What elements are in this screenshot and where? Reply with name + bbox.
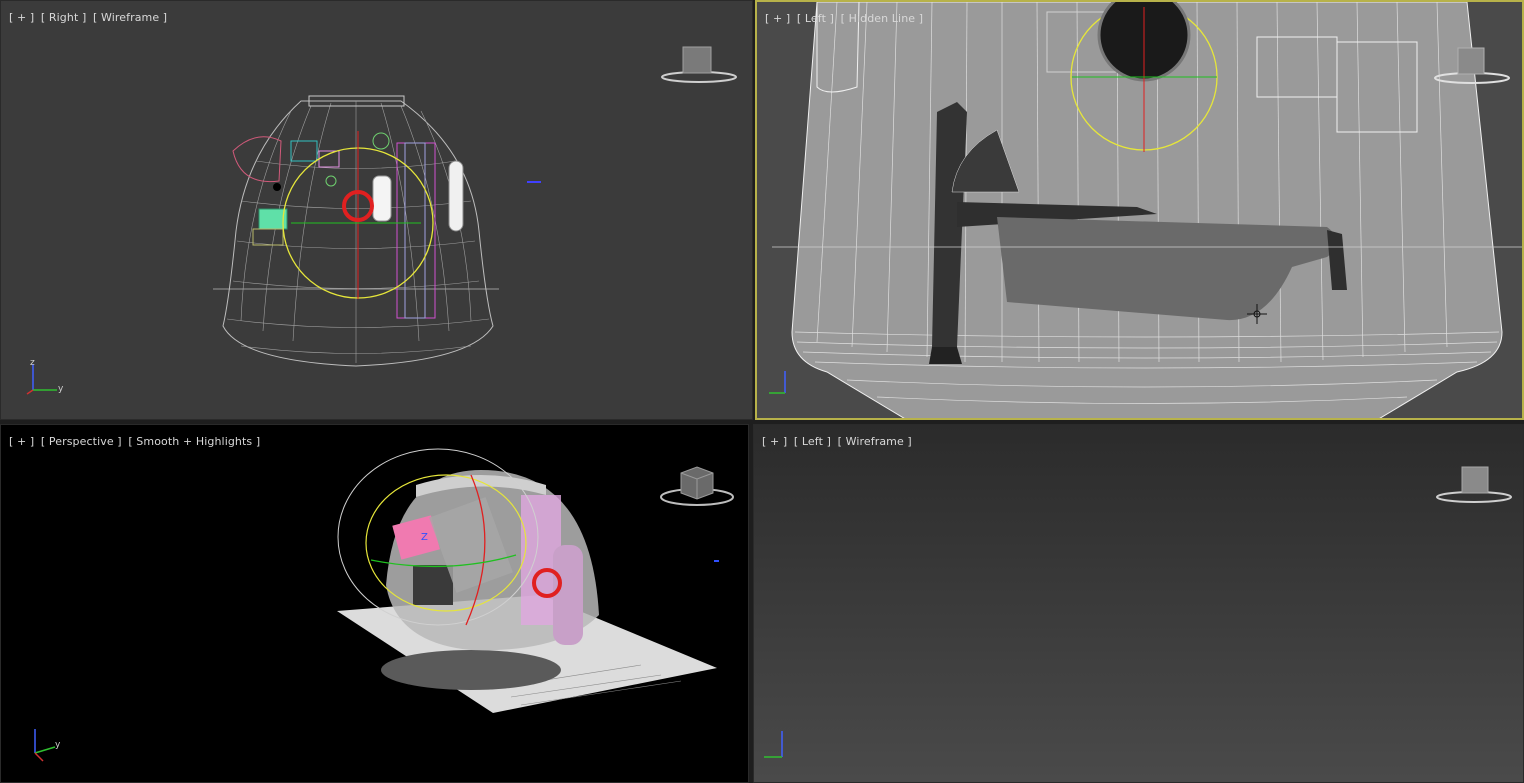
viewport-label[interactable]: [ + ] [ Perspective ] [ Smooth + Highlig… (9, 435, 263, 448)
viewport-shading-menu[interactable]: [ Hidden Line ] (841, 12, 924, 25)
wireframe-capsule-scene[interactable] (1, 1, 753, 420)
viewport-point-of-view-menu[interactable]: [ Right ] (41, 11, 86, 24)
viewport-shading-menu[interactable]: [ Wireframe ] (838, 435, 912, 448)
svg-text:z: z (30, 358, 35, 368)
viewport-menu-plus[interactable]: [ + ] (765, 12, 790, 25)
axis-tripod-icon: y (25, 725, 69, 769)
axis-tripod-icon (758, 725, 798, 765)
viewport-menu-plus[interactable]: [ + ] (9, 435, 34, 448)
perspective-capsule-scene[interactable]: Z (1, 425, 749, 783)
viewport-perspective-smooth-highlights[interactable]: [ + ] [ Perspective ] [ Smooth + Highlig… (0, 424, 749, 783)
hidden-line-closeup-scene[interactable] (757, 2, 1524, 420)
viewport-left-wireframe[interactable]: [ + ] [ Left ] [ Wireframe ] (753, 424, 1524, 783)
axis-tripod-icon: z y (25, 356, 69, 400)
viewport-point-of-view-menu[interactable]: [ Left ] (797, 12, 834, 25)
viewcube-icon[interactable] (657, 463, 737, 517)
svg-text:y: y (58, 384, 64, 394)
viewport-shading-menu[interactable]: [ Wireframe ] (93, 11, 167, 24)
svg-text:Z: Z (421, 532, 428, 543)
viewcube-icon[interactable] (659, 45, 739, 89)
viewport-label[interactable]: [ + ] [ Right ] [ Wireframe ] (9, 11, 170, 24)
viewcube-icon[interactable] (1432, 46, 1512, 90)
viewport-label[interactable]: [ + ] [ Left ] [ Hidden Line ] (765, 12, 926, 25)
viewport-left-hidden-line[interactable]: [ + ] [ Left ] [ Hidden Line ] (755, 0, 1524, 420)
transform-gizmo-icon[interactable] (1070, 2, 1218, 152)
viewport-right-wireframe[interactable]: [ + ] [ Right ] [ Wireframe ] z y (0, 0, 753, 420)
viewcube-icon[interactable] (1434, 463, 1514, 509)
viewport-point-of-view-menu[interactable]: [ Left ] (794, 435, 831, 448)
axis-tripod-icon (761, 367, 801, 401)
viewport-point-of-view-menu[interactable]: [ Perspective ] (41, 435, 122, 448)
svg-text:y: y (55, 740, 61, 750)
viewport-menu-plus[interactable]: [ + ] (762, 435, 787, 448)
viewport-menu-plus[interactable]: [ + ] (9, 11, 34, 24)
viewport-shading-menu[interactable]: [ Smooth + Highlights ] (128, 435, 260, 448)
viewport-label[interactable]: [ + ] [ Left ] [ Wireframe ] (762, 435, 915, 448)
transform-gizmo-icon[interactable] (282, 131, 434, 299)
